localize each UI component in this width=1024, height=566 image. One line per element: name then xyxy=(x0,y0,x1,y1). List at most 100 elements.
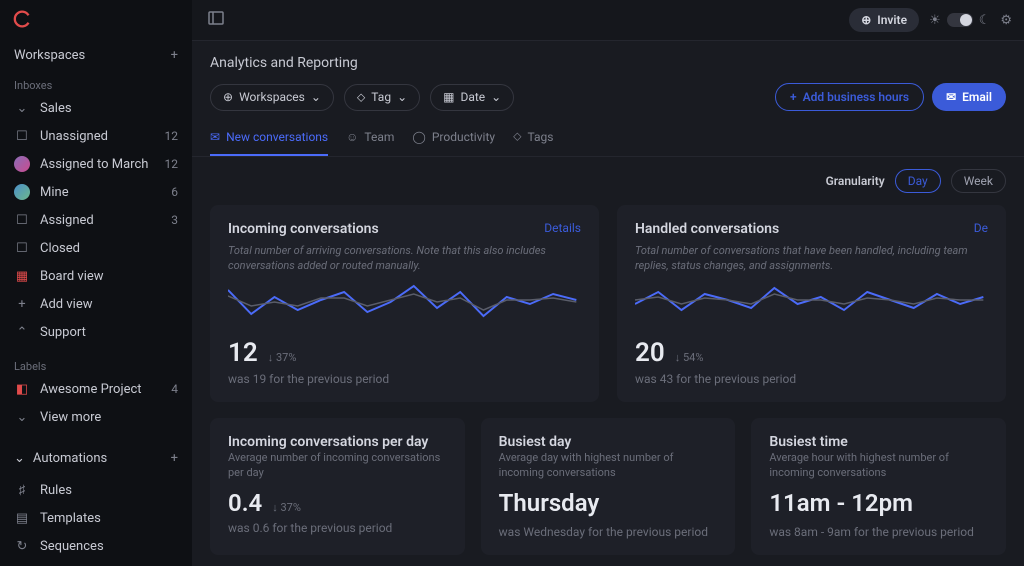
tag-icon: ⬦ xyxy=(357,90,365,105)
sidebar-item-add-view[interactable]: + Add view xyxy=(0,290,192,318)
metric-previous: was 8am - 9am for the previous period xyxy=(769,525,988,539)
sidebar-item-campaigns[interactable]: ✉ Campaigns xyxy=(0,560,192,566)
collapse-sidebar-icon[interactable] xyxy=(204,6,228,34)
sidebar-item-view-more[interactable]: ⌄ View more xyxy=(0,403,192,431)
settings-icon[interactable]: ⚙ xyxy=(1000,13,1012,28)
details-link[interactable]: De xyxy=(974,221,988,235)
boards-icon: ▦ xyxy=(14,268,30,284)
tab-label: Team xyxy=(364,130,394,144)
card-busiest-time: Busiest time Average hour with highest n… xyxy=(751,418,1006,555)
sidebar-item-sales[interactable]: ⌄ Sales xyxy=(0,94,192,122)
sidebar-item-label: Mine xyxy=(40,185,161,200)
sidebar-item-assigned[interactable]: ☐ Assigned 3 xyxy=(0,206,192,234)
sidebar: Workspaces + Inboxes ⌄ Sales ☐ Unassigne… xyxy=(0,0,192,566)
email-button[interactable]: ✉ Email xyxy=(932,83,1006,111)
metric-change: 54% xyxy=(675,351,704,364)
chevron-down-icon: ⌄ xyxy=(491,90,501,104)
main: ⊕ Invite ☀ ☾ ⚙ Analytics and Reporting ⊕… xyxy=(192,0,1024,566)
sidebar-item-unassigned[interactable]: ☐ Unassigned 12 xyxy=(0,122,192,150)
workspaces-label: Workspaces xyxy=(14,48,85,63)
chevron-up-icon: ⌃ xyxy=(14,324,30,340)
topbar-right: ⊕ Invite ☀ ☾ ⚙ xyxy=(849,8,1012,32)
details-link[interactable]: Details xyxy=(544,221,581,235)
content: Granularity Day Week Incoming conversati… xyxy=(192,157,1024,566)
sun-icon: ☀ xyxy=(929,13,941,28)
tab-label: New conversations xyxy=(226,130,328,144)
templates-icon: ▤ xyxy=(14,510,30,526)
topbar-left xyxy=(204,6,228,34)
circle-icon: ◯ xyxy=(412,130,425,144)
sidebar-item-support[interactable]: ⌃ Support xyxy=(0,318,192,346)
card-title: Handled conversations xyxy=(635,221,779,237)
count-badge: 12 xyxy=(165,157,179,171)
tab-label: Tags xyxy=(527,130,553,144)
sidebar-item-board-view[interactable]: ▦ Board view xyxy=(0,262,192,290)
sidebar-item-templates[interactable]: ▤ Templates xyxy=(0,504,192,532)
theme-switch[interactable] xyxy=(947,13,973,27)
sidebar-item-rules[interactable]: ♯ Rules xyxy=(0,476,192,504)
filter-label: Workspaces xyxy=(239,90,305,104)
add-business-hours-button[interactable]: + Add business hours xyxy=(775,83,924,111)
sidebar-item-assigned-march[interactable]: Assigned to March 12 xyxy=(0,150,192,178)
handled-chart xyxy=(635,282,988,324)
card-description: Average hour with highest number of inco… xyxy=(769,450,988,481)
tab-tags[interactable]: ⬦ Tags xyxy=(513,123,553,156)
chevron-down-icon: ⌄ xyxy=(397,90,407,104)
square-icon: ☐ xyxy=(14,128,30,144)
sidebar-item-closed[interactable]: ☐ Closed xyxy=(0,234,192,262)
filter-date[interactable]: ▦ Date ⌄ xyxy=(430,84,514,111)
tab-new-conversations[interactable]: ✉ New conversations xyxy=(210,123,328,156)
filter-left: ⊕ Workspaces ⌄ ⬦ Tag ⌄ ▦ Date ⌄ xyxy=(210,84,514,111)
sidebar-item-label: Rules xyxy=(40,483,178,498)
sidebar-item-mine[interactable]: Mine 6 xyxy=(0,178,192,206)
granularity-day[interactable]: Day xyxy=(895,169,941,193)
labels-label: Labels xyxy=(0,354,192,375)
sequences-icon: ↻ xyxy=(14,538,30,554)
count-badge: 4 xyxy=(171,382,178,396)
tab-productivity[interactable]: ◯ Productivity xyxy=(412,123,495,156)
sidebar-item-label: Add view xyxy=(40,297,178,312)
mail-icon: ✉ xyxy=(210,130,220,144)
sidebar-item-sequences[interactable]: ↻ Sequences xyxy=(0,532,192,560)
granularity-week[interactable]: Week xyxy=(951,169,1006,193)
globe-icon: ⊕ xyxy=(223,90,233,104)
label-icon: ◧ xyxy=(14,381,30,397)
add-workspace-icon[interactable]: + xyxy=(171,48,178,63)
metric-value: 11am - 12pm xyxy=(769,489,988,517)
sidebar-item-label: Board view xyxy=(40,269,178,284)
metric-change: 37% xyxy=(272,501,301,514)
app-logo-icon xyxy=(12,8,34,30)
mail-icon: ✉ xyxy=(946,90,956,104)
user-plus-icon: ⊕ xyxy=(861,13,871,27)
card-title: Incoming conversations per day xyxy=(228,434,447,450)
card-description: Total number of arriving conversations. … xyxy=(228,243,581,274)
sidebar-item-label: Unassigned xyxy=(40,129,155,144)
add-automation-icon[interactable]: + xyxy=(171,451,178,466)
primary-cards: Incoming conversations Details Total num… xyxy=(210,205,1006,402)
sidebar-item-awesome-project[interactable]: ◧ Awesome Project 4 xyxy=(0,375,192,403)
calendar-icon: ▦ xyxy=(443,90,454,104)
sidebar-top xyxy=(0,0,192,38)
sidebar-item-label: Assigned to March xyxy=(40,157,155,172)
card-description: Average number of incoming conversations… xyxy=(228,450,447,481)
sidebar-item-label: Assigned xyxy=(40,213,161,228)
invite-button[interactable]: ⊕ Invite xyxy=(849,8,919,32)
sidebar-item-label: Awesome Project xyxy=(40,382,161,397)
filter-label: Tag xyxy=(371,90,391,104)
tab-team[interactable]: ☺ Team xyxy=(346,123,394,156)
filter-workspaces[interactable]: ⊕ Workspaces ⌄ xyxy=(210,84,334,111)
secondary-cards: Incoming conversations per day Average n… xyxy=(210,418,1006,555)
workspaces-header[interactable]: Workspaces + xyxy=(0,38,192,73)
card-busiest-day: Busiest day Average day with highest num… xyxy=(481,418,736,555)
moon-icon: ☾ xyxy=(979,13,991,28)
metric-value: 12 xyxy=(228,338,258,368)
filter-tag[interactable]: ⬦ Tag ⌄ xyxy=(344,84,420,111)
automations-header[interactable]: ⌄Automations + xyxy=(0,441,192,476)
button-label: Add business hours xyxy=(803,90,909,104)
avatar-icon xyxy=(14,184,30,200)
sidebar-item-label: View more xyxy=(40,410,178,425)
sidebar-item-label: Support xyxy=(40,325,178,340)
topbar: ⊕ Invite ☀ ☾ ⚙ xyxy=(192,0,1024,41)
granularity-row: Granularity Day Week xyxy=(210,169,1006,193)
chevron-down-icon: ⌄ xyxy=(14,409,30,425)
